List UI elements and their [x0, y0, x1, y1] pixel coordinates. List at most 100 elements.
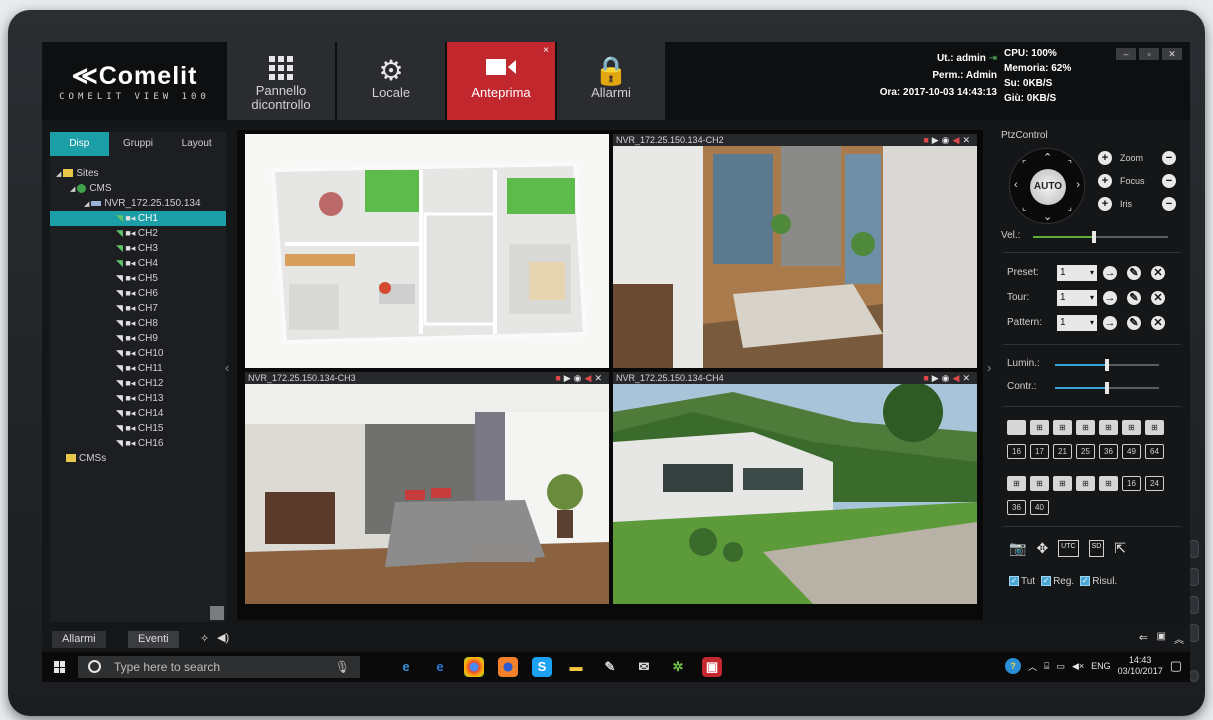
snapshot-icon[interactable]: ◉: [574, 373, 585, 383]
tree-node-channel[interactable]: ◥ ■◂ CH8: [50, 316, 226, 331]
snapshot-icon[interactable]: ◉: [942, 135, 953, 145]
layout-count-button[interactable]: 21: [1053, 444, 1072, 459]
layout-4-icon[interactable]: ⊞: [1030, 420, 1049, 435]
tree-node-channel[interactable]: ◥ ■◂ CH12: [50, 376, 226, 391]
auto-button[interactable]: AUTO: [1030, 169, 1066, 205]
layout-8-icon[interactable]: ⊞: [1076, 420, 1095, 435]
mail-icon[interactable]: ✉: [634, 657, 654, 677]
layout-count-button[interactable]: 24: [1145, 476, 1164, 491]
up-right-arrow-icon[interactable]: ⌝: [1068, 159, 1072, 170]
pin-icon[interactable]: ⇐: [1139, 631, 1148, 644]
expand-icon[interactable]: ︽: [1174, 631, 1184, 646]
chevron-up-icon[interactable]: ︿: [1028, 660, 1037, 673]
slider-knob[interactable]: [1105, 359, 1109, 371]
edit-preset-button[interactable]: ✎: [1127, 266, 1141, 280]
edge-icon[interactable]: e: [430, 657, 450, 677]
video-cell-3[interactable]: NVR_172.25.150.134-CH3 ■▶◉◀✕: [245, 372, 609, 604]
tree-node-channel[interactable]: ◥ ■◂ CH3: [50, 241, 226, 256]
focus-in-button[interactable]: +: [1098, 174, 1112, 188]
taskbar-clock[interactable]: 14:43 03/10/2017: [1118, 655, 1163, 677]
notifications-icon[interactable]: ▢: [1170, 658, 1182, 674]
alarms-button[interactable]: Allarmi: [52, 631, 106, 648]
language-indicator[interactable]: ENG: [1091, 661, 1111, 671]
preset-select[interactable]: 1 ▾: [1057, 265, 1097, 281]
close-icon[interactable]: ✕: [594, 373, 605, 383]
iris-open-button[interactable]: +: [1098, 197, 1112, 211]
up-arrow-icon[interactable]: ⌃: [1043, 151, 1052, 164]
layout-count-button[interactable]: 16: [1007, 444, 1026, 459]
monitor-icon[interactable]: ▭: [1056, 661, 1065, 672]
tab-locale[interactable]: ⚙ Locale: [337, 42, 445, 120]
layout-count-button[interactable]: 64: [1145, 444, 1164, 459]
logout-icon[interactable]: ⇥: [989, 53, 997, 64]
tree-node-channel[interactable]: ◥ ■◂ CH2: [50, 226, 226, 241]
tree-node-channel[interactable]: ◥ ■◂ CH5: [50, 271, 226, 286]
tab-gruppi[interactable]: Gruppi: [109, 132, 168, 156]
slider-knob[interactable]: [1091, 231, 1096, 243]
tree-node-cms[interactable]: ◢ CMS: [50, 181, 226, 196]
layout-wide-5-icon[interactable]: ⊞: [1099, 476, 1118, 491]
tree-node-channel[interactable]: ◥ ■◂ CH16: [50, 436, 226, 451]
down-left-arrow-icon[interactable]: ⌞: [1022, 202, 1026, 213]
chrome-icon[interactable]: [464, 657, 484, 677]
go-pattern-button[interactable]: →: [1103, 316, 1117, 330]
collapse-right-icon[interactable]: ›: [987, 360, 991, 375]
go-preset-button[interactable]: →: [1103, 266, 1117, 280]
check-tut[interactable]: ✓ Tut: [1009, 576, 1035, 587]
up-left-arrow-icon[interactable]: ⌜: [1022, 159, 1026, 170]
tree-node-cmss[interactable]: CMSs: [50, 451, 226, 466]
cell-toolbar[interactable]: ■▶◉◀✕: [923, 134, 973, 146]
contrast-slider[interactable]: Contr.:: [1007, 381, 1181, 395]
camera-snapshot-icon[interactable]: 📷: [1009, 540, 1026, 557]
left-arrow-icon[interactable]: ‹: [1014, 179, 1018, 191]
tab-disp[interactable]: Disp: [50, 132, 109, 156]
layout-count-button[interactable]: 36: [1099, 444, 1118, 459]
iris-close-button[interactable]: −: [1162, 197, 1176, 211]
scrollbar-handle[interactable]: [210, 606, 224, 620]
tree-node-channel[interactable]: ◥ ■◂ CH4: [50, 256, 226, 271]
layout-1-icon[interactable]: [1007, 420, 1026, 435]
pattern-select[interactable]: 1 ▾: [1057, 315, 1097, 331]
file-explorer-icon[interactable]: ▬: [566, 657, 586, 677]
snapshot-icon[interactable]: ◉: [942, 373, 953, 383]
video-icon[interactable]: ▶: [932, 135, 942, 145]
delete-tour-button[interactable]: ✕: [1151, 291, 1165, 305]
record-icon[interactable]: ■: [923, 373, 931, 383]
zoom-out-button[interactable]: −: [1162, 151, 1176, 165]
check-risul[interactable]: ✓ Risul.: [1080, 576, 1117, 587]
tree-node-channel[interactable]: ◥ ■◂ CH7: [50, 301, 226, 316]
sd-button[interactable]: SD: [1088, 540, 1105, 557]
close-button[interactable]: ✕: [1162, 48, 1182, 60]
zoom-in-button[interactable]: +: [1098, 151, 1112, 165]
tree-node-channel[interactable]: ◥ ■◂ CH1: [50, 211, 226, 226]
video-cell-4[interactable]: NVR_172.25.150.134-CH4 ■▶◉◀✕: [613, 372, 977, 604]
audio-icon[interactable]: ◀: [953, 135, 963, 145]
focus-out-button[interactable]: −: [1162, 174, 1176, 188]
paint-icon[interactable]: ✎: [600, 657, 620, 677]
volume-mute-icon[interactable]: ◀×: [1072, 661, 1084, 672]
close-icon[interactable]: ✕: [962, 373, 973, 383]
edit-tour-button[interactable]: ✎: [1127, 291, 1141, 305]
utc-button[interactable]: UTC: [1058, 540, 1079, 557]
down-right-arrow-icon[interactable]: ⌟: [1068, 202, 1072, 213]
slider-knob[interactable]: [1105, 382, 1109, 394]
layout-10-icon[interactable]: ⊞: [1122, 420, 1141, 435]
video-cell-2[interactable]: NVR_172.25.150.134-CH2 ■▶◉◀✕: [613, 134, 977, 368]
close-icon[interactable]: ✕: [962, 135, 973, 145]
layout-9-icon[interactable]: ⊞: [1099, 420, 1118, 435]
layout-count-button[interactable]: 16: [1122, 476, 1141, 491]
edit-pattern-button[interactable]: ✎: [1127, 316, 1141, 330]
tree-node-channel[interactable]: ◥ ■◂ CH11: [50, 361, 226, 376]
down-arrow-icon[interactable]: ⌄: [1043, 210, 1052, 223]
layout-wide-2-icon[interactable]: ⊞: [1030, 476, 1049, 491]
record-icon[interactable]: ■: [555, 373, 563, 383]
firefox-icon[interactable]: [498, 657, 518, 677]
speaker-icon[interactable]: ◀): [217, 631, 229, 644]
layout-count-button[interactable]: 17: [1030, 444, 1049, 459]
maximize-button[interactable]: ▫: [1139, 48, 1159, 60]
tree-node-channel[interactable]: ◥ ■◂ CH9: [50, 331, 226, 346]
record-icon[interactable]: ■: [923, 135, 931, 145]
tab-control-panel[interactable]: Pannello dicontrollo: [227, 42, 335, 120]
layout-count-button[interactable]: 49: [1122, 444, 1141, 459]
delete-preset-button[interactable]: ✕: [1151, 266, 1165, 280]
